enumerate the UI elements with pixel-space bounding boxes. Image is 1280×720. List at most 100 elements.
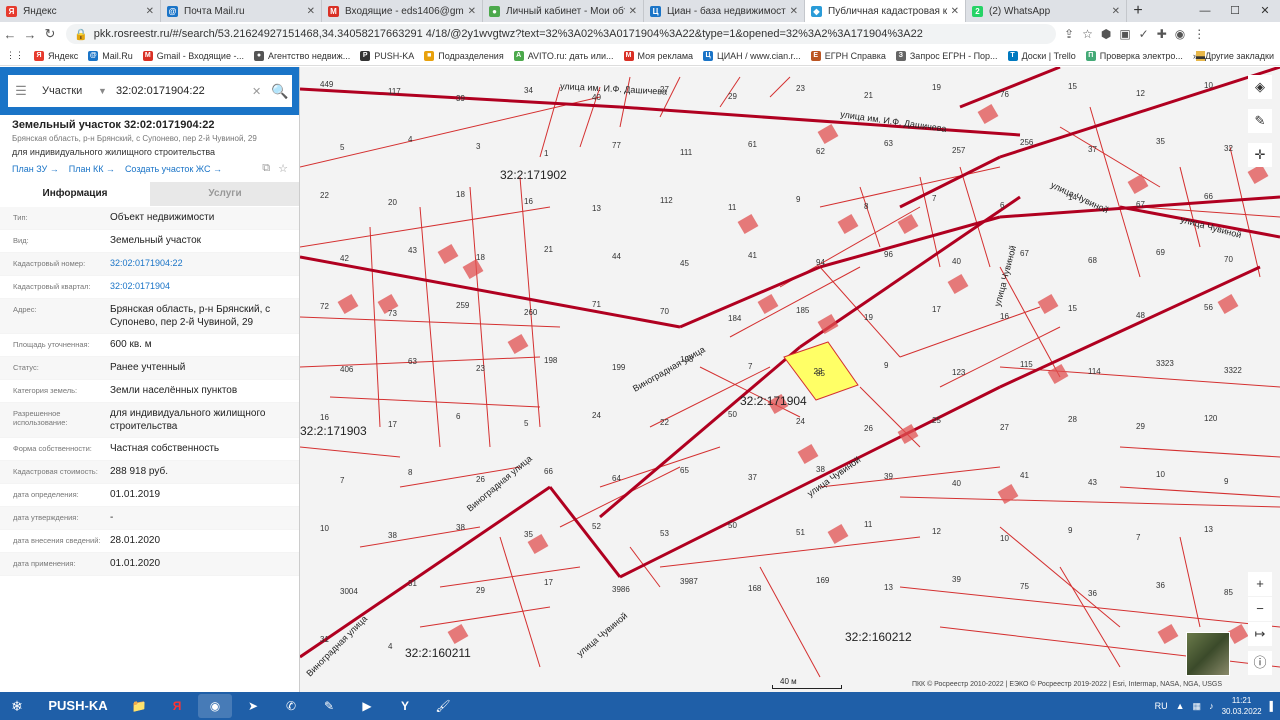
viber-icon[interactable]: ✆ [274,694,308,718]
extension-icon[interactable]: ✓ [1139,27,1149,41]
browser-tab[interactable]: ◆ Публичная кадастровая карта ✕ [805,0,966,22]
bookmark-item[interactable]: ■ Подразделения [424,50,504,61]
building-shape [1127,173,1149,195]
browser-tab[interactable]: M Входящие - eds1406@gmail.com ✕ [322,0,483,22]
close-window-icon[interactable]: ✕ [1250,0,1280,22]
search-icon[interactable]: 🔍 [268,83,292,100]
other-bookmarks[interactable]: ▬ Другие закладки [1196,50,1274,61]
bookmark-item[interactable]: M Моя реклама [623,50,693,61]
bookmark-item[interactable]: Е ЕГРН Справка [810,50,886,61]
share-icon[interactable]: ⇪ [1064,27,1074,41]
clock[interactable]: 11:21 30.03.2022 [1222,695,1262,717]
bookmark-item[interactable]: Ц ЦИАН / www.cian.r... [703,50,801,61]
close-tab-icon[interactable]: ✕ [790,6,798,17]
forward-icon[interactable]: → [20,27,40,42]
edit-app-icon[interactable]: ✎ [312,694,346,718]
url-field[interactable]: 🔒 pkk.rosreestr.ru/#/search/53.216249271… [66,24,1056,44]
extension-icon[interactable]: ▣ [1119,27,1130,41]
menu-icon[interactable]: ⋮ [1193,27,1205,41]
link-plan-kk[interactable]: План КК → [69,164,115,174]
minimize-icon[interactable]: — [1190,0,1220,22]
layers-icon[interactable]: ◈ [1248,75,1272,99]
street-label: улица им. И.Ф. Дашичева [840,109,947,134]
parcel-number-label: 3004 [340,587,358,596]
address-bar: ← → ↻ 🔒 pkk.rosreestr.ru/#/search/53.216… [0,22,1280,46]
media-player-icon[interactable]: ▶ [350,694,384,718]
browser-tab[interactable]: 2 (2) WhatsApp ✕ [966,0,1127,22]
building-shape [1227,623,1249,645]
link-plan-zu[interactable]: План ЗУ → [12,164,59,174]
paint-icon[interactable]: 🖌 [426,694,460,718]
tray-expand-icon[interactable]: ▲ [1176,701,1185,711]
network-icon[interactable]: ▦ [1193,701,1202,712]
building-shape [817,313,839,335]
parcel-number-label: 40 [592,93,601,102]
browser-tab[interactable]: @ Почта Mail.ru ✕ [161,0,322,22]
extension-icon[interactable]: ⬢ [1101,27,1111,41]
cadastral-map[interactable]: 22 32:2:171902 32:2:171904 32:2:171903 32:2:… [300,67,1280,692]
parcel-number-label: 36 [1088,589,1097,598]
bookmark-item[interactable]: ● Агентство недвиж... [253,50,350,61]
crosshair-icon[interactable]: ✛ [1248,143,1272,167]
pencil-icon[interactable]: ✎ [1248,109,1272,133]
basemap-thumbnail[interactable] [1186,632,1230,676]
search-category-select[interactable]: Участки [34,85,98,97]
start-icon[interactable]: ❄ [0,694,34,718]
tab-info[interactable]: Информация [0,182,150,206]
new-tab-button[interactable]: + [1127,0,1149,22]
profile-icon[interactable]: ◉ [1175,27,1185,41]
yandex-browser-icon[interactable]: Я [160,694,194,718]
parcel-number-label: 8 [864,202,869,211]
close-tab-icon[interactable]: ✕ [1112,6,1120,17]
parcel-number-label: 27 [660,85,669,94]
browser-tab[interactable]: Ц Циан - база недвижимости в М... ✕ [644,0,805,22]
telegram-icon[interactable]: ➤ [236,694,270,718]
pushka-app-icon[interactable]: PUSH-KA [38,694,118,718]
tab-services[interactable]: Услуги [150,182,299,206]
ruler-icon[interactable]: ↦ [1248,622,1272,646]
show-desktop-button[interactable]: ▌ [1270,701,1276,711]
apps-icon[interactable]: ⋮⋮ [6,50,24,61]
folder-icon[interactable]: 📁 [122,694,156,718]
bookmark-item[interactable]: P PUSH-KA [360,50,414,61]
language-indicator[interactable]: RU [1155,701,1168,711]
back-icon[interactable]: ← [0,27,20,42]
browser-tab[interactable]: ● Личный кабинет - Мои объявле... ✕ [483,0,644,22]
chrome-icon[interactable]: ◉ [198,694,232,718]
yandex-icon[interactable]: Y [388,694,422,718]
link-create-parcel[interactable]: Создать участок ЖС → [125,164,222,174]
bookmark-item[interactable]: П Проверка электро... [1085,50,1183,61]
info-icon[interactable]: ⓘ [1248,651,1272,675]
object-links: План ЗУ → План КК → Создать участок ЖС →… [12,162,288,175]
star-icon[interactable]: ☆ [1082,27,1093,41]
map-view[interactable]: 22 32:2:171902 32:2:171904 32:2:171903 32:2:… [300,67,1280,692]
bookmark-item[interactable]: Я Яндекс [34,50,78,61]
reload-icon[interactable]: ↻ [40,26,60,42]
favorite-star-icon[interactable]: ☆ [278,162,288,175]
bookmark-item[interactable]: @ Mail.Ru [88,50,133,61]
bookmark-item[interactable]: M Gmail - Входящие -... [142,50,244,61]
bookmark-item[interactable]: A AVITO.ru: дать или... [513,50,614,61]
property-value[interactable]: 32:02:0171904:22 [110,257,287,271]
zoom-out-button[interactable]: − [1248,597,1272,621]
bookmark-item[interactable]: T Доски | Trello [1007,50,1076,61]
puzzle-icon[interactable]: ✚ [1157,27,1167,41]
chevron-down-icon[interactable]: ▼ [98,86,116,96]
close-tab-icon[interactable]: ✕ [146,6,154,17]
clear-icon[interactable]: ✕ [252,85,268,98]
zoom-in-button[interactable]: + [1248,572,1272,596]
hamburger-icon[interactable]: ☰ [8,83,34,99]
browser-tab[interactable]: Я Яндекс ✕ [0,0,161,22]
maximize-icon[interactable]: ☐ [1220,0,1250,22]
close-tab-icon[interactable]: ✕ [468,6,476,17]
property-label: Тип: [13,213,28,222]
bookmark-item[interactable]: З Запрос ЕГРН - Пор... [895,50,998,61]
property-value[interactable]: 32:02:0171904 [110,280,287,294]
close-tab-icon[interactable]: ✕ [629,6,637,17]
street-line [899,155,1001,209]
copy-icon[interactable]: ⧉ [262,162,270,175]
search-input[interactable]: 32:02:0171904:22 [116,85,252,97]
close-tab-icon[interactable]: ✕ [951,6,959,17]
volume-icon[interactable]: ♪ [1209,701,1214,711]
close-tab-icon[interactable]: ✕ [307,6,315,17]
